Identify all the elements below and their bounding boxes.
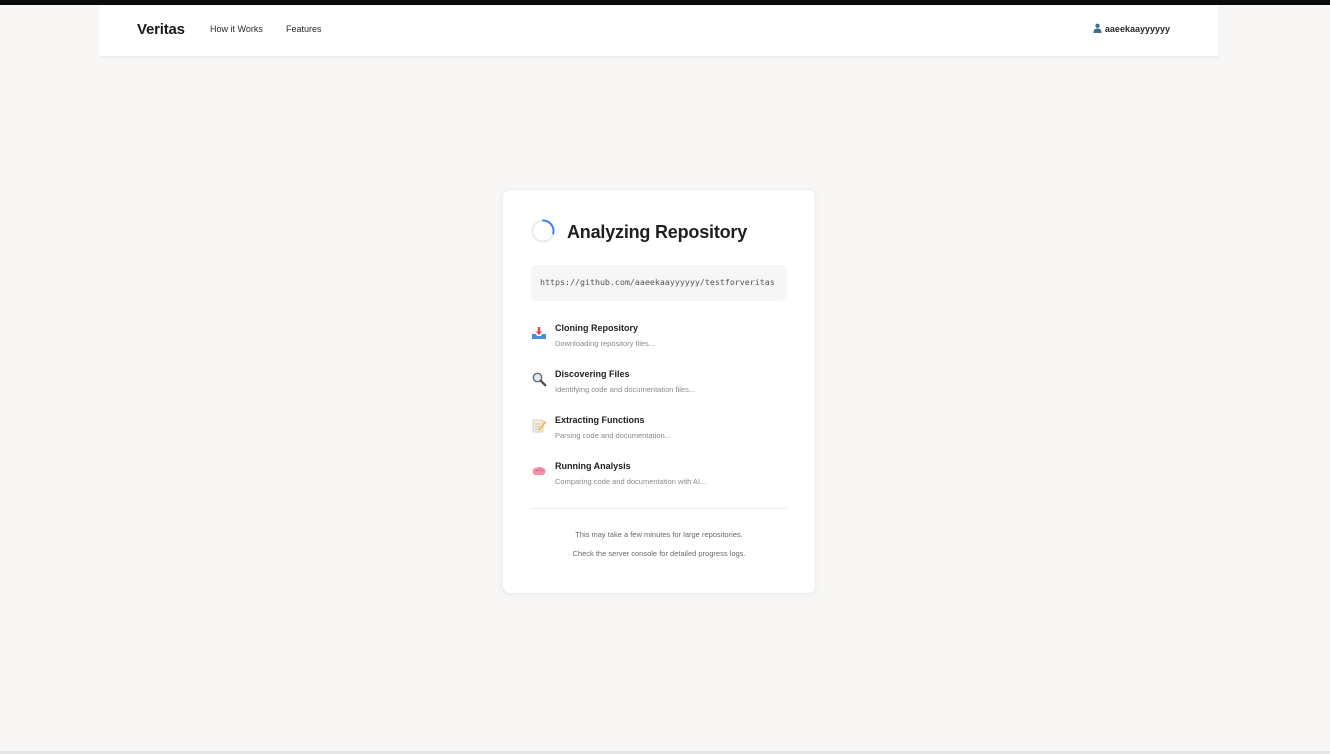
inbox-tray-icon [532,327,546,339]
step-cloning-repository: Cloning Repository Downloading repositor… [531,323,791,359]
analysis-progress-card: Analyzing Repository https://github.com/… [502,189,816,594]
step-extracting-functions: Extracting Functions Parsing code and do… [531,415,791,451]
step-description: Parsing code and documentation... [555,431,671,440]
repository-url: https://github.com/aaeekaayyyyyy/testfor… [540,277,775,287]
step-running-analysis: Running Analysis Comparing code and docu… [531,461,791,497]
nav-link-features[interactable]: Features [286,24,322,34]
step-title: Extracting Functions [555,415,645,425]
user-icon [1093,23,1102,35]
top-navigation: Veritas How it Works Features aaeekaayyy… [99,5,1218,57]
magnifier-icon [532,372,547,387]
step-title: Cloning Repository [555,323,638,333]
info-note-duration: This may take a few minutes for large re… [575,530,743,539]
step-discovering-files: Discovering Files Identifying code and d… [531,369,791,405]
step-description: Identifying code and documentation files… [555,385,696,394]
brain-icon [532,466,546,476]
step-title: Running Analysis [555,461,631,471]
spinner-icon [531,219,555,243]
user-menu[interactable]: aaeekaayyyyyy [1093,23,1170,35]
step-description: Downloading repository files... [555,339,656,348]
repository-url-box: https://github.com/aaeekaayyyyyy/testfor… [531,265,787,301]
divider [531,508,787,509]
memo-icon [532,419,547,433]
step-description: Comparing code and documentation with AI… [555,477,707,486]
brand-logo[interactable]: Veritas [137,21,185,38]
info-note-console: Check the server console for detailed pr… [572,549,746,558]
page-title: Analyzing Repository [567,222,748,242]
nav-link-how-it-works[interactable]: How it Works [210,24,263,34]
username: aaeekaayyyyyy [1104,24,1170,34]
step-title: Discovering Files [555,369,630,379]
